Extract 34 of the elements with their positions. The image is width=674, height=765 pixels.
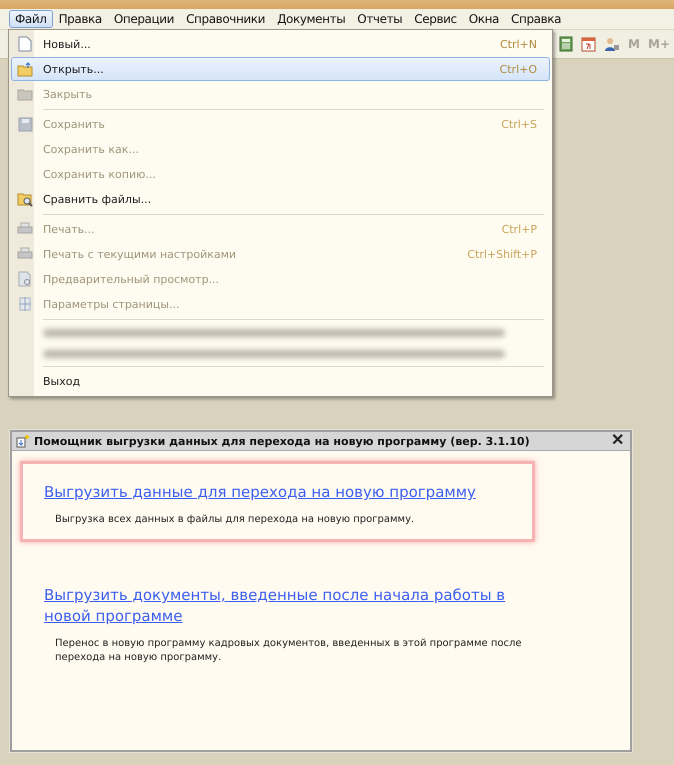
action-link[interactable]: Выгрузить документы, введенные после начала работы в новой программе — [44, 585, 524, 627]
shortcut-text: Ctrl+O — [500, 62, 538, 76]
folder-icon — [17, 87, 33, 101]
menu-entry[interactable]: Сравнить файлы... — [11, 187, 550, 211]
menu-item[interactable]: Файл — [9, 10, 53, 28]
description-text: Перенос в новую программу кадровых документов, введенных в этой программе после перехода на новую программу. — [54, 637, 523, 665]
menu-entry[interactable]: Новый... Ctrl+N — [11, 32, 550, 56]
description-text: Выгрузка всех данных в файлы для перехода на новую программу. — [54, 513, 416, 527]
action-link[interactable]: Выгрузить данные для перехода на новую программу — [44, 482, 524, 503]
menu-item[interactable]: Операции — [108, 10, 180, 28]
document-icon — [18, 36, 32, 52]
menu-item[interactable]: Справка — [505, 10, 568, 28]
page-magnifier-icon — [18, 271, 32, 287]
dialog-title: Помощник выгрузки данных для перехода на новую программу (вер. 3.1.10) — [34, 434, 531, 448]
menu-item[interactable]: Правка — [52, 10, 108, 28]
menu-item[interactable]: Документы — [271, 10, 352, 28]
user-lock-icon[interactable] — [604, 36, 620, 52]
folder-icon — [17, 62, 33, 76]
menu-item[interactable]: Сервис — [408, 10, 463, 28]
close-button[interactable]: ✕ — [609, 434, 626, 448]
menu-item[interactable]: Справочники — [180, 10, 272, 28]
shortcut-text: Ctrl+P — [502, 222, 538, 236]
shortcut-text: Ctrl+S — [501, 118, 538, 130]
menu-item[interactable]: Окна — [462, 10, 506, 28]
shortcut-text: Ctrl+N — [500, 38, 538, 50]
shortcut-text: Ctrl+Shift+P — [467, 248, 538, 260]
magnifier-folder-icon — [16, 191, 34, 207]
calendar-icon[interactable] — [581, 36, 596, 52]
menu-entry[interactable]: Выход — [11, 369, 550, 393]
calculator-icon[interactable] — [559, 36, 574, 52]
menu-item[interactable]: Отчеты — [351, 10, 408, 28]
wizard-icon — [16, 434, 30, 448]
menu-entry[interactable]: Открыть... Ctrl+O — [11, 57, 550, 81]
page-setup-icon — [18, 296, 32, 312]
